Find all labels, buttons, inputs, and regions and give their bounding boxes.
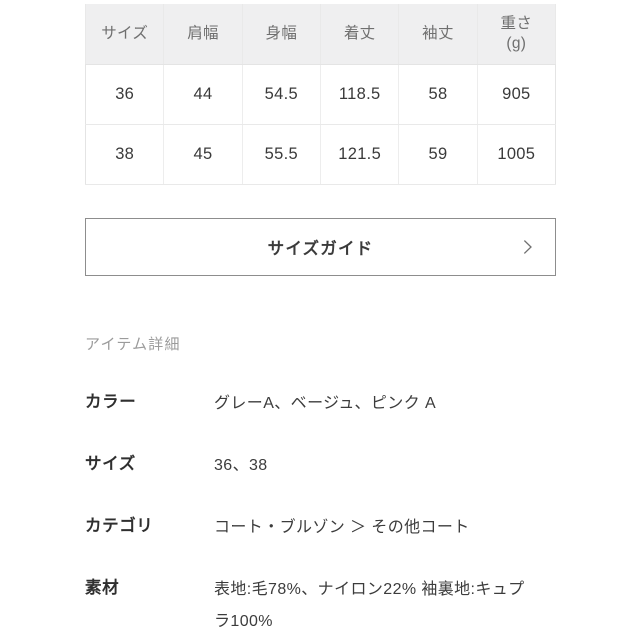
detail-label: 素材 bbox=[85, 579, 120, 597]
column-header-garment-length: 着丈 bbox=[319, 4, 399, 65]
column-header-unit: (g) bbox=[506, 34, 527, 52]
detail-row-size: サイズ 36、38 bbox=[85, 450, 585, 482]
cell-sleeve-length: 59 bbox=[398, 124, 478, 185]
cell-weight: 905 bbox=[476, 64, 557, 125]
column-header-label: 袖丈 bbox=[422, 25, 454, 43]
cell-garment-length: 121.5 bbox=[319, 124, 399, 185]
detail-row-color: カラー グレーA、ベージュ、ピンク A bbox=[85, 388, 585, 420]
column-header-body-width: 身幅 bbox=[241, 4, 321, 65]
detail-row-category: カテゴリ コート・ブルゾン ＞ その他コート bbox=[85, 512, 585, 544]
detail-label: サイズ bbox=[85, 455, 136, 473]
item-details-heading: アイテム詳細 bbox=[85, 336, 181, 353]
cell-size: 38 bbox=[84, 124, 164, 185]
item-details-list: カラー グレーA、ベージュ、ピンク A サイズ 36、38 カテゴリ コート・ブ… bbox=[85, 388, 585, 640]
detail-label: カラー bbox=[85, 393, 137, 411]
detail-value-color: グレーA、ベージュ、ピンク A bbox=[214, 395, 437, 412]
column-header-sleeve-length: 袖丈 bbox=[398, 4, 478, 65]
cell-body-width: 54.5 bbox=[241, 64, 321, 125]
detail-row-material: 素材 表地:毛78%、ナイロン22% 袖裏地:キュプラ100% bbox=[85, 574, 585, 638]
column-header-label: 重さ bbox=[500, 15, 533, 33]
column-header-shoulder-width: 肩幅 bbox=[163, 4, 243, 65]
table-row: 38 45 55.5 121.5 59 1005 bbox=[84, 124, 557, 185]
size-guide-button[interactable]: サイズガイド bbox=[85, 218, 556, 276]
column-header-label: 身幅 bbox=[265, 25, 298, 43]
cell-body-width: 55.5 bbox=[241, 124, 321, 185]
product-spec-page: サイズ 肩幅 身幅 着丈 袖丈 重さ (g) 36 44 54.5 118.5 … bbox=[0, 0, 640, 640]
detail-value-category[interactable]: コート・ブルゾン ＞ その他コート bbox=[214, 512, 532, 544]
size-table-container: サイズ 肩幅 身幅 着丈 袖丈 重さ (g) 36 44 54.5 118.5 … bbox=[84, 4, 557, 185]
detail-label: カテゴリ bbox=[85, 517, 154, 535]
cell-size: 36 bbox=[84, 64, 164, 125]
column-header-label: サイズ bbox=[101, 25, 149, 43]
size-guide-label: サイズガイド bbox=[267, 240, 374, 258]
cell-sleeve-length: 58 bbox=[398, 64, 478, 125]
cell-weight: 1005 bbox=[476, 124, 557, 185]
column-header-weight: 重さ (g) bbox=[476, 4, 557, 65]
column-header-size: サイズ bbox=[84, 4, 164, 65]
column-header-label: 着丈 bbox=[343, 25, 376, 43]
detail-value-size: 36、38 bbox=[214, 457, 268, 474]
size-table-body: 36 44 54.5 118.5 58 905 38 45 55.5 121.5… bbox=[84, 64, 557, 185]
cell-shoulder-width: 45 bbox=[163, 124, 243, 185]
chevron-right-icon bbox=[521, 240, 535, 254]
detail-value-material: 表地:毛78%、ナイロン22% 袖裏地:キュプラ100% bbox=[214, 581, 525, 630]
cell-garment-length: 118.5 bbox=[319, 64, 399, 125]
size-measurement-table: サイズ 肩幅 身幅 着丈 袖丈 重さ (g) 36 44 54.5 118.5 … bbox=[84, 4, 557, 185]
size-table-header: サイズ 肩幅 身幅 着丈 袖丈 重さ (g) bbox=[84, 4, 557, 65]
column-header-label: 肩幅 bbox=[187, 25, 219, 43]
table-row: 36 44 54.5 118.5 58 905 bbox=[84, 64, 557, 125]
table-header-row: サイズ 肩幅 身幅 着丈 袖丈 重さ (g) bbox=[84, 4, 557, 65]
cell-shoulder-width: 44 bbox=[163, 64, 243, 125]
